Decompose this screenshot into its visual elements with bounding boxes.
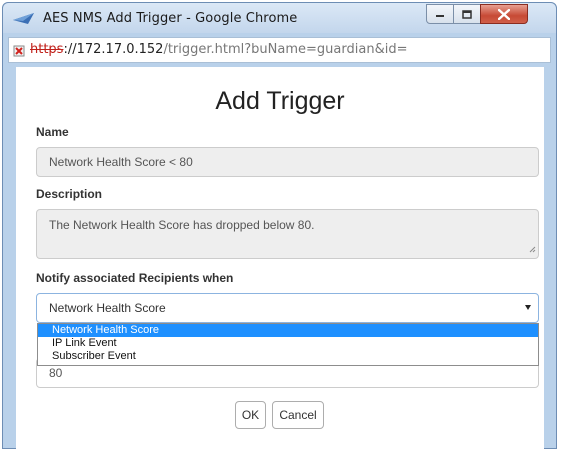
cert-error-icon[interactable] [13, 44, 27, 62]
browser-window: AES NMS Add Trigger - Google Chrome http… [2, 2, 557, 450]
dropdown-option[interactable]: Subscriber Event [38, 350, 538, 363]
name-field[interactable]: Network Health Score < 80 [36, 147, 539, 177]
name-label: Name [36, 125, 69, 139]
maximize-button[interactable] [453, 4, 481, 24]
url-scheme: https [30, 42, 64, 57]
dialog-content: Add Trigger Name Network Health Score < … [16, 67, 544, 450]
notify-dropdown-list: Network Health Score IP Link Event Subsc… [37, 323, 539, 366]
page-title: Add Trigger [215, 87, 345, 115]
minimize-button[interactable] [426, 4, 454, 24]
title-bar[interactable]: AES NMS Add Trigger - Google Chrome [3, 3, 556, 33]
dropdown-option[interactable]: Network Health Score [38, 324, 538, 337]
url-path: /trigger.html?buName=guardian&id= [163, 42, 408, 57]
resize-grip-icon[interactable] [529, 242, 536, 256]
dropdown-option[interactable]: IP Link Event [38, 337, 538, 350]
maximize-icon [462, 9, 472, 19]
notify-select[interactable]: Network Health Score [36, 293, 539, 323]
cancel-button[interactable]: Cancel [272, 401, 324, 429]
minimize-icon [436, 15, 444, 17]
close-icon [498, 8, 510, 20]
description-text: The Network Health Score has dropped bel… [49, 218, 315, 232]
dropdown-arrow-icon [525, 305, 531, 310]
address-bar[interactable]: https://172.17.0.152/trigger.html?buName… [8, 37, 551, 63]
close-button[interactable] [480, 4, 528, 24]
window-title: AES NMS Add Trigger - Google Chrome [43, 11, 298, 26]
url-host: ://172.17.0.152 [63, 42, 164, 57]
notify-label: Notify associated Recipients when [36, 271, 234, 285]
notify-selected-value: Network Health Score [49, 301, 166, 315]
description-field[interactable]: The Network Health Score has dropped bel… [36, 209, 539, 259]
app-icon [13, 12, 35, 30]
url-text[interactable]: https://172.17.0.152/trigger.html?buName… [30, 42, 407, 57]
description-label: Description [36, 187, 103, 201]
ok-button[interactable]: OK [235, 401, 266, 429]
